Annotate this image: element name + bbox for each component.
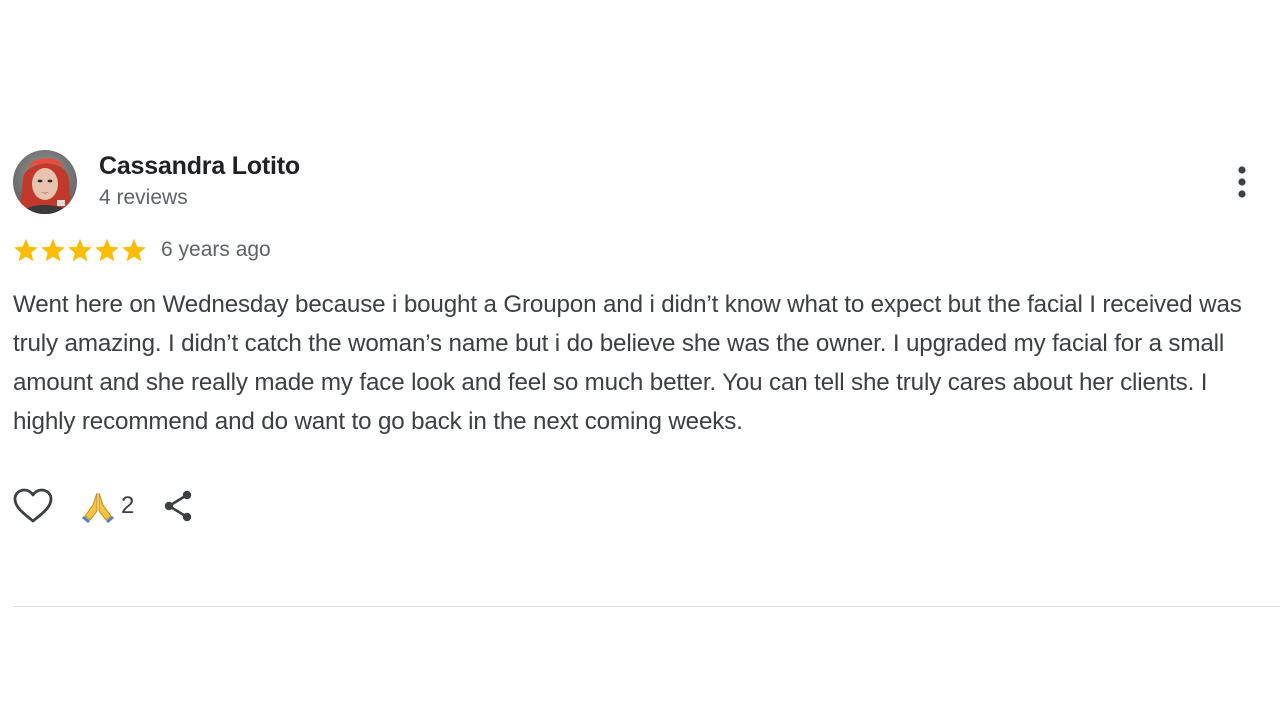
review-card: Cassandra Lotito 4 reviews 6 years ago W… bbox=[13, 148, 1280, 526]
review-page: Cassandra Lotito 4 reviews 6 years ago W… bbox=[0, 0, 1280, 720]
more-vertical-icon bbox=[1238, 166, 1246, 198]
review-text: Went here on Wednesday because i bought … bbox=[13, 291, 1242, 435]
star-icon bbox=[94, 238, 120, 263]
star-icon bbox=[67, 238, 93, 263]
heart-outline-icon bbox=[13, 488, 53, 523]
reviewer-name[interactable]: Cassandra Lotito bbox=[99, 152, 300, 181]
reaction-button[interactable]: 2 bbox=[81, 489, 134, 523]
review-date: 6 years ago bbox=[161, 238, 271, 261]
star-icon bbox=[121, 238, 147, 263]
star-icon bbox=[13, 238, 39, 263]
review-divider bbox=[13, 606, 1280, 607]
review-actions: 2 bbox=[13, 486, 1280, 526]
star-rating bbox=[13, 238, 147, 263]
avatar[interactable] bbox=[13, 150, 77, 214]
rating-row: 6 years ago bbox=[13, 234, 1280, 266]
reviewer-review-count: 4 reviews bbox=[99, 186, 188, 209]
reaction-count: 2 bbox=[121, 492, 135, 519]
avatar-photo-icon bbox=[13, 150, 77, 214]
review-header: Cassandra Lotito 4 reviews bbox=[13, 148, 1280, 214]
share-button[interactable] bbox=[162, 489, 196, 523]
more-options-button[interactable] bbox=[1225, 162, 1259, 202]
like-button[interactable] bbox=[13, 488, 53, 524]
star-icon bbox=[40, 238, 66, 263]
folded-hands-icon bbox=[82, 492, 114, 523]
share-icon bbox=[165, 490, 192, 522]
